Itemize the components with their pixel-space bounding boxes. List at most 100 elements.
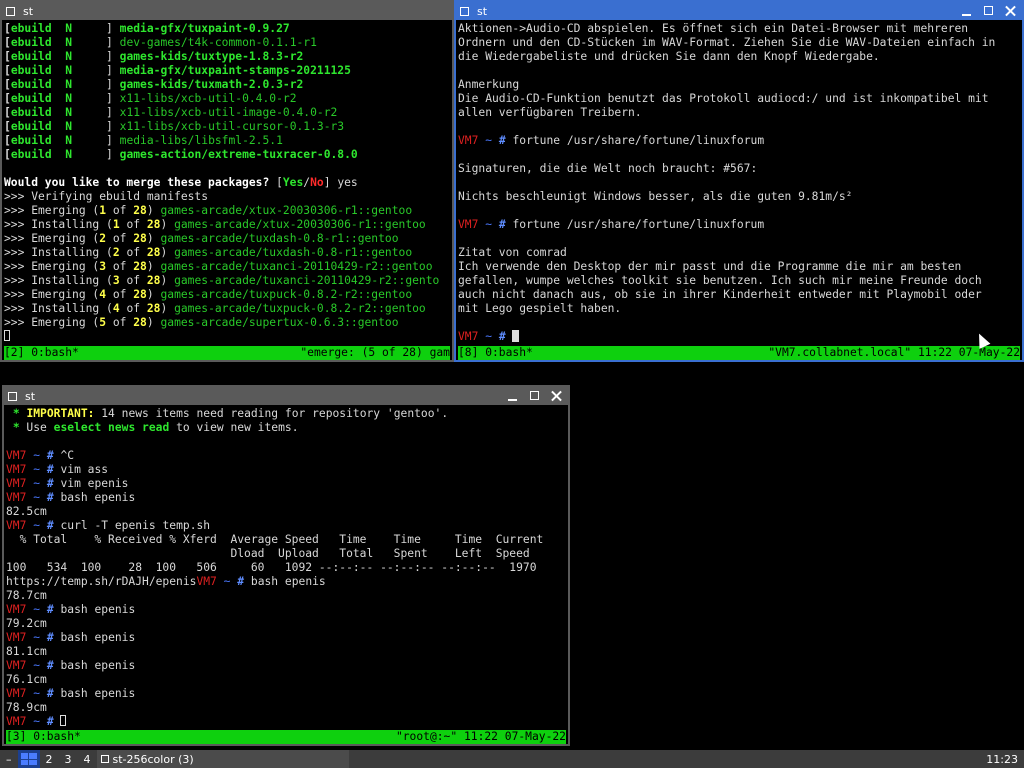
text-segment bbox=[217, 575, 224, 588]
text-segment: auch nicht danach aus, ob sie in ihrer K… bbox=[458, 288, 982, 301]
text-segment bbox=[52, 36, 66, 49]
text-segment bbox=[52, 106, 66, 119]
text-segment: Would you like to merge these packages? bbox=[4, 176, 270, 189]
fortune-terminal-window[interactable]: st Aktionen->Audio-CD abspielen. Es öffn… bbox=[454, 0, 1024, 362]
curl-terminal-content[interactable]: * IMPORTANT: 14 news items need reading … bbox=[6, 407, 566, 729]
text-segment: ~ bbox=[33, 631, 41, 644]
emerge-window-titlebar[interactable]: st bbox=[2, 2, 452, 20]
terminal-line: 82.5cm bbox=[6, 505, 566, 519]
window-menu-icon[interactable] bbox=[460, 6, 469, 16]
emerge-terminal-window[interactable]: st [ebuild N ] media-gfx/tuxpaint-0.9.27… bbox=[0, 0, 454, 362]
terminal-line: >>> Emerging (3 of 28) games-arcade/tuxa… bbox=[4, 260, 450, 274]
text-segment: ebuild bbox=[10, 92, 52, 105]
text-segment: >>> Installing ( bbox=[4, 246, 113, 259]
text-segment bbox=[52, 50, 66, 63]
tmux-status-right: "root@:~" 11:22 07-May-22 bbox=[395, 730, 566, 743]
close-icon[interactable] bbox=[546, 387, 568, 405]
fortune-window-titlebar[interactable]: st bbox=[456, 2, 1022, 20]
text-segment: >>> Emerging ( bbox=[4, 288, 100, 301]
text-segment: vim epenis bbox=[60, 477, 129, 490]
text-segment: Aktionen->Audio-CD abspielen. Es öffnet … bbox=[458, 22, 969, 35]
text-segment: bash epenis bbox=[60, 687, 136, 700]
text-segment: ~ bbox=[33, 715, 41, 728]
text-segment: games-action/extreme-tuxracer-0.8.0 bbox=[119, 148, 358, 161]
text-segment: bash epenis bbox=[60, 659, 136, 672]
text-segment: VM7 bbox=[6, 715, 27, 728]
workspace-1-pager-icon[interactable] bbox=[17, 750, 40, 768]
text-segment: [ bbox=[4, 134, 11, 147]
terminal-line: [ebuild N ] x11-libs/xcb-util-image-0.4.… bbox=[4, 106, 450, 120]
text-segment: games-arcade/tuxanci-20110429-r2::gento bbox=[174, 274, 440, 287]
text-segment: >>> Emerging ( bbox=[4, 316, 100, 329]
text-segment: ebuild bbox=[10, 36, 52, 49]
text-segment: of bbox=[106, 316, 134, 329]
text-segment bbox=[52, 134, 66, 147]
terminal-line: [ebuild N ] games-kids/tuxmath-2.0.3-r2 bbox=[4, 78, 450, 92]
text-segment: games-kids/tuxmath-2.0.3-r2 bbox=[119, 78, 304, 91]
text-segment: VM7 bbox=[6, 631, 27, 644]
terminal-cursor bbox=[4, 330, 10, 341]
maximize-icon[interactable] bbox=[978, 2, 1000, 20]
window-menu-icon[interactable] bbox=[8, 391, 17, 401]
terminal-line: Would you like to merge these packages? … bbox=[4, 176, 450, 190]
text-segment: # bbox=[46, 449, 54, 462]
text-segment: 28 bbox=[133, 316, 147, 329]
taskbar-task-st[interactable]: st-256color (3) bbox=[96, 750, 349, 768]
text-segment: ) bbox=[160, 274, 175, 287]
text-segment: of bbox=[106, 204, 134, 217]
terminal-line: 81.1cm bbox=[6, 645, 566, 659]
close-icon[interactable] bbox=[1000, 2, 1022, 20]
workspace-3[interactable]: 3 bbox=[59, 750, 78, 768]
terminal-cursor bbox=[512, 330, 520, 342]
curl-window-titlebar[interactable]: st bbox=[4, 387, 568, 405]
curl-terminal-window[interactable]: st * IMPORTANT: 14 news items need readi… bbox=[2, 385, 570, 746]
text-segment: 81.1cm bbox=[6, 645, 47, 658]
text-segment: ) bbox=[160, 246, 175, 259]
terminal-line: [ebuild N ] x11-libs/xcb-util-cursor-0.1… bbox=[4, 120, 450, 134]
terminal-line: die Wiedergabeliste und drücken Sie dann… bbox=[458, 50, 1020, 64]
text-segment: 28 bbox=[133, 288, 147, 301]
terminal-line: [ebuild N ] media-libs/libsfml-2.5.1 bbox=[4, 134, 450, 148]
text-segment: [ bbox=[4, 22, 11, 35]
text-segment: 28 bbox=[146, 218, 161, 231]
text-segment: of bbox=[119, 246, 147, 259]
terminal-line: VM7 ~ # bash epenis bbox=[6, 491, 566, 505]
terminal-line: [ebuild N ] dev-games/t4k-common-0.1.1-r… bbox=[4, 36, 450, 50]
maximize-icon[interactable] bbox=[524, 387, 546, 405]
text-segment bbox=[492, 134, 499, 147]
text-segment: 28 bbox=[146, 246, 161, 259]
terminal-line: Dload Upload Total Spent Left Speed bbox=[6, 547, 566, 561]
minimize-icon[interactable] bbox=[502, 387, 524, 405]
text-segment: https://temp.sh/rDAJH/epenis bbox=[6, 575, 197, 588]
text-segment: ] bbox=[72, 36, 120, 49]
text-segment: x11-libs/xcb-util-image-0.4.0-r2 bbox=[119, 106, 338, 119]
fortune-terminal-content[interactable]: Aktionen->Audio-CD abspielen. Es öffnet … bbox=[458, 22, 1020, 344]
text-segment bbox=[52, 78, 66, 91]
workspace-2[interactable]: 2 bbox=[40, 750, 59, 768]
text-segment: * bbox=[12, 407, 20, 420]
text-segment: 4 bbox=[99, 288, 107, 301]
tmux-status-left: [2] 0:bash* bbox=[4, 346, 79, 359]
text-segment: bash epenis bbox=[60, 491, 136, 504]
text-segment: ~ bbox=[33, 687, 41, 700]
terminal-line bbox=[4, 330, 450, 344]
window-menu-icon[interactable] bbox=[6, 6, 15, 16]
terminal-line: >>> Emerging (1 of 28) games-arcade/xtux… bbox=[4, 204, 450, 218]
terminal-line: >>> Installing (1 of 28) games-arcade/xt… bbox=[4, 218, 450, 232]
terminal-line: * IMPORTANT: 14 news items need reading … bbox=[6, 407, 566, 421]
text-segment: # bbox=[46, 491, 54, 504]
text-segment: >>> Installing ( bbox=[4, 274, 113, 287]
workspace-4[interactable]: 4 bbox=[78, 750, 97, 768]
emerge-terminal-content[interactable]: [ebuild N ] media-gfx/tuxpaint-0.9.27 [eb… bbox=[4, 22, 450, 344]
taskbar-minimize-all[interactable]: – bbox=[0, 750, 18, 768]
minimize-icon[interactable] bbox=[956, 2, 978, 20]
text-segment: 28 bbox=[133, 232, 147, 245]
text-segment: ~ bbox=[33, 659, 41, 672]
text-segment: 79.2cm bbox=[6, 617, 47, 630]
text-segment: # bbox=[46, 659, 54, 672]
text-segment: ~ bbox=[33, 463, 41, 476]
text-segment: bash epenis bbox=[60, 631, 136, 644]
text-segment: VM7 bbox=[458, 218, 479, 231]
text-segment: fortune /usr/share/fortune/linuxforum bbox=[512, 218, 765, 231]
